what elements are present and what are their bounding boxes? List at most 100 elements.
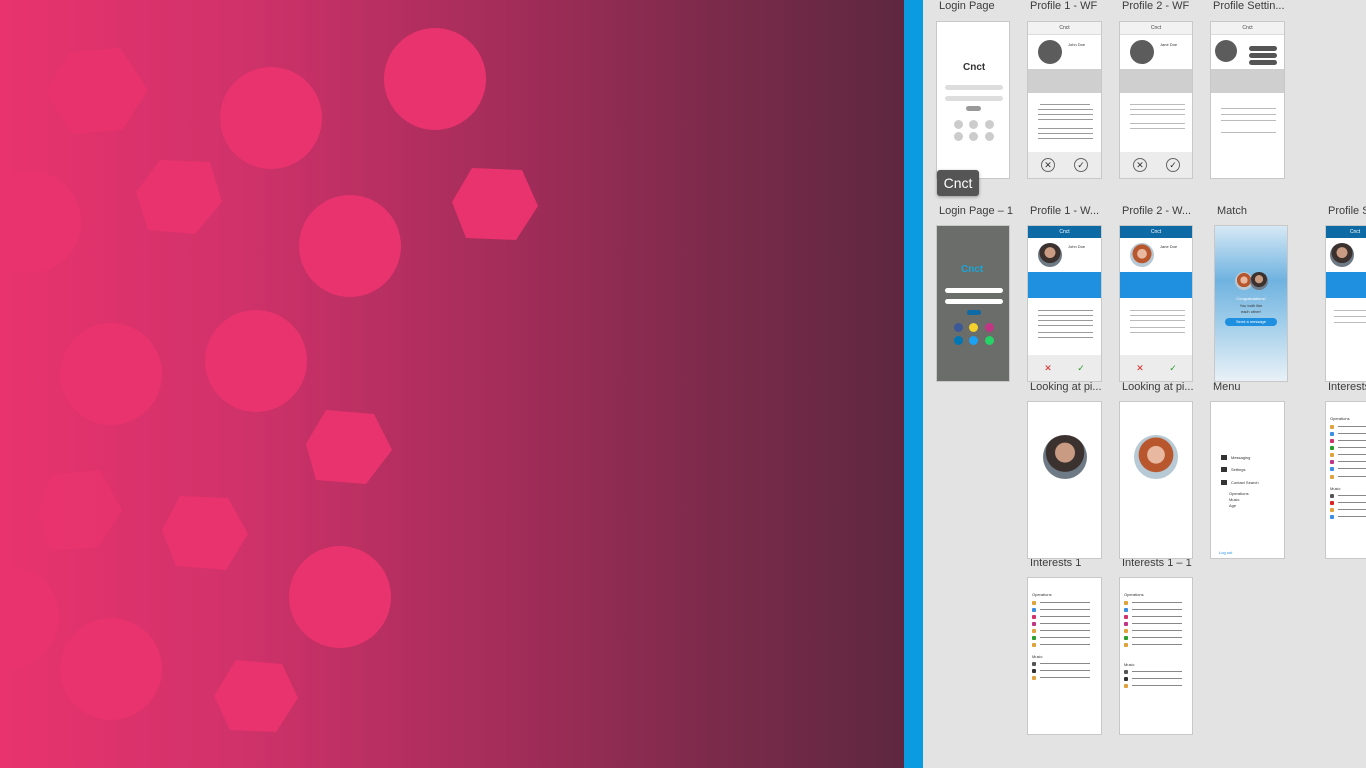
artboard-label[interactable]: Menu bbox=[1213, 381, 1241, 393]
avatar bbox=[1215, 40, 1237, 62]
artboard-match[interactable]: Congratulations! You both like each othe… bbox=[1214, 225, 1288, 382]
artboard-interests[interactable]: Operations Music bbox=[1325, 401, 1366, 559]
profile-name: Jane Doe bbox=[1160, 42, 1178, 47]
reject-button[interactable]: ✕ bbox=[1133, 158, 1147, 172]
artboard-label[interactable]: Profile 2 - W... bbox=[1122, 205, 1191, 217]
hero-circle bbox=[289, 546, 391, 648]
hero-circle bbox=[384, 28, 486, 130]
profile-header: Cnct bbox=[1028, 226, 1101, 238]
interests-section-title: Music bbox=[1124, 662, 1135, 667]
avatar bbox=[1130, 40, 1154, 64]
hero-circle bbox=[60, 323, 162, 425]
reject-button[interactable]: ✕ bbox=[1041, 362, 1055, 376]
hero-shapes bbox=[0, 28, 538, 732]
hero-hexagon bbox=[136, 160, 222, 234]
artboard-profile1-wf[interactable]: Cnct John Doe ✕ ✓ bbox=[1027, 21, 1102, 179]
artboard-looking1[interactable] bbox=[1027, 401, 1102, 559]
reject-button[interactable]: ✕ bbox=[1133, 362, 1147, 376]
hero-hexagon bbox=[306, 410, 392, 484]
avatar bbox=[1038, 243, 1062, 267]
password-field bbox=[945, 96, 1003, 101]
hero-circle bbox=[205, 310, 307, 412]
signin-button bbox=[966, 106, 981, 111]
artboard-label[interactable]: Profile 2 - WF bbox=[1122, 0, 1189, 12]
artboard-profile-s[interactable]: Cnct bbox=[1325, 225, 1366, 382]
reject-button[interactable]: ✕ bbox=[1041, 158, 1055, 172]
artboard-label[interactable]: Profile 1 - WF bbox=[1030, 0, 1097, 12]
menu-item-contact-search[interactable]: Contact Search bbox=[1221, 480, 1259, 486]
artboard-label[interactable]: Profile 1 - W... bbox=[1030, 205, 1099, 217]
artboard-login-wf[interactable]: Cnct bbox=[936, 21, 1010, 179]
artboard-profile2-w[interactable]: Cnct Jane Doe ✕ ✓ bbox=[1119, 225, 1193, 382]
hero-hexagon bbox=[162, 496, 248, 570]
logout-link[interactable]: Log out bbox=[1219, 550, 1232, 555]
login-logo: Cnct bbox=[963, 62, 986, 73]
interests-band bbox=[1120, 69, 1192, 93]
artboard-interests1-1[interactable]: Operations Music bbox=[1119, 577, 1193, 735]
interests-band bbox=[1028, 272, 1101, 298]
artboard-tooltip: Cnct bbox=[937, 170, 979, 196]
match-congrats: Congratulations! bbox=[1236, 296, 1266, 301]
send-message-button[interactable]: Send a message bbox=[1225, 318, 1277, 326]
hero-hexagon bbox=[214, 660, 298, 732]
username-field bbox=[945, 85, 1003, 90]
menu-item-messaging[interactable]: Messaging bbox=[1221, 455, 1250, 461]
match-subtitle-2: each other! bbox=[1240, 309, 1261, 314]
accept-button[interactable]: ✓ bbox=[1166, 362, 1180, 376]
artboard-login-1[interactable]: Cnct bbox=[936, 225, 1010, 382]
hero-hexagon bbox=[46, 48, 148, 134]
artboard-menu[interactable]: Messaging Settings Contact Search Operat… bbox=[1210, 401, 1285, 559]
artboard-label[interactable]: Looking at pi... bbox=[1030, 381, 1102, 393]
profile-header: Cnct bbox=[1326, 226, 1366, 238]
hero-circle bbox=[0, 171, 81, 273]
avatar bbox=[1250, 272, 1268, 290]
hero-circle bbox=[60, 618, 162, 720]
interests-section-title: Music bbox=[1330, 486, 1341, 491]
menu-subitem[interactable]: Music bbox=[1229, 497, 1239, 502]
profile-header: Cnct bbox=[1120, 226, 1192, 238]
artboard-interests1[interactable]: Operations Music bbox=[1027, 577, 1102, 735]
profile-header: Cnct bbox=[1120, 22, 1192, 35]
artboard-looking2[interactable] bbox=[1119, 401, 1193, 559]
menu-subitem[interactable]: Age bbox=[1229, 503, 1236, 508]
accept-button[interactable]: ✓ bbox=[1166, 158, 1180, 172]
interests-section-title: Music bbox=[1032, 654, 1043, 659]
photo-avatar bbox=[1134, 435, 1178, 479]
artboard-profile-settings-wf[interactable]: Cnct bbox=[1210, 21, 1285, 179]
artboard-label[interactable]: Login Page bbox=[939, 0, 995, 12]
artboard-label[interactable]: Login Page – 1 bbox=[939, 205, 1013, 217]
interests-section-title: Operations bbox=[1032, 592, 1052, 597]
accept-button[interactable]: ✓ bbox=[1074, 158, 1088, 172]
interests-section-title: Operations bbox=[1330, 416, 1350, 421]
avatar bbox=[1130, 243, 1154, 267]
artboard-label[interactable]: Profile S bbox=[1328, 205, 1366, 217]
avatar bbox=[1330, 243, 1354, 267]
hero-hexagon bbox=[38, 470, 122, 550]
artboard-label[interactable]: Looking at pi... bbox=[1122, 381, 1194, 393]
hero-circle bbox=[299, 195, 401, 297]
hero-hexagon bbox=[452, 168, 538, 240]
artboard-label[interactable]: Match bbox=[1217, 205, 1247, 217]
accept-button[interactable]: ✓ bbox=[1074, 362, 1088, 376]
profile-header: Cnct bbox=[1028, 22, 1101, 35]
artboard-profile2-wf[interactable]: Cnct Jane Doe ✕ ✓ bbox=[1119, 21, 1193, 179]
interests-band bbox=[1028, 69, 1101, 93]
avatar bbox=[1038, 40, 1062, 64]
artboard-label[interactable]: Interests bbox=[1328, 381, 1366, 393]
canvas-divider bbox=[904, 0, 923, 768]
interests-band bbox=[1120, 272, 1192, 298]
profile-name: Jane Doe bbox=[1160, 244, 1178, 249]
match-subtitle: You both like bbox=[1239, 303, 1263, 308]
profile-name: John Doe bbox=[1068, 42, 1086, 47]
photo-avatar bbox=[1043, 435, 1087, 479]
hero-circle bbox=[0, 566, 59, 668]
interests-section-title: Operations bbox=[1124, 592, 1144, 597]
menu-item-settings[interactable]: Settings bbox=[1221, 467, 1245, 473]
hero-circle bbox=[220, 67, 322, 169]
hero-graphic bbox=[0, 0, 904, 768]
artboard-profile1-w[interactable]: Cnct John Doe ✕ ✓ bbox=[1027, 225, 1102, 382]
login-logo: Cnct bbox=[961, 264, 984, 275]
profile-name: John Doe bbox=[1068, 244, 1086, 249]
menu-subitem[interactable]: Operations bbox=[1229, 491, 1249, 496]
artboard-label[interactable]: Profile Settin... bbox=[1213, 0, 1285, 12]
